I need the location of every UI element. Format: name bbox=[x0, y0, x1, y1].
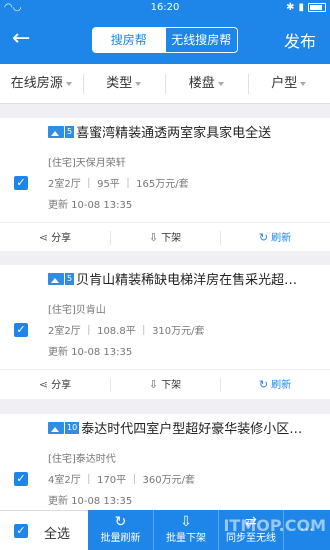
filter-estate[interactable]: 楼盘 bbox=[165, 64, 248, 103]
filter-online-listings[interactable]: 在线房源 bbox=[0, 64, 83, 103]
filter-type[interactable]: 类型 bbox=[82, 64, 166, 103]
download-arrow-icon: ⇩ bbox=[180, 514, 192, 530]
tab-soufangbang[interactable]: 搜房帮 bbox=[93, 28, 165, 52]
listing-estate: [住宅]泰达时代 bbox=[48, 454, 116, 465]
source-segmented-control: 搜房帮 无线搜房帮 bbox=[92, 27, 238, 53]
listing-card[interactable]: 5 喜蜜湾精装通透两室家具家电全送 [住宅]天保月荣轩 2室2厅 ｜ 95平 ｜… bbox=[0, 118, 330, 251]
batch-refresh-button[interactable]: ↻ 批量刷新 bbox=[88, 510, 153, 550]
refresh-button[interactable]: ↻ 刷新 bbox=[220, 370, 330, 399]
listing-updated: 更新 10-08 13:35 bbox=[48, 347, 133, 358]
refresh-button[interactable]: ↻ 刷新 bbox=[220, 223, 330, 252]
listing-checkbox[interactable]: ✓ bbox=[14, 472, 28, 486]
tab-wireless-soufangbang[interactable]: 无线搜房帮 bbox=[164, 28, 237, 52]
listing-card[interactable]: 5 贝肯山精装稀缺电梯洋房在售采光超… [住宅]贝肯山 2室2厅 ｜ 108.8… bbox=[0, 265, 330, 399]
share-button[interactable]: ⋖ 分享 bbox=[0, 370, 110, 399]
select-all-label: 全选 bbox=[44, 527, 71, 542]
photo-count-badge: 5 bbox=[48, 125, 75, 138]
filter-bar: 在线房源 类型 楼盘 户型 bbox=[0, 64, 330, 104]
batch-offline-button[interactable]: ⇩ 批量下架 bbox=[153, 510, 218, 550]
chevron-down-icon bbox=[135, 81, 142, 86]
listing-spec: 4室2厅 ｜ 170平 ｜ 360万元/套 bbox=[48, 475, 195, 486]
download-arrow-icon: ⇩ bbox=[148, 378, 159, 391]
chevron-down-icon bbox=[65, 81, 72, 86]
listing-card[interactable]: 10 泰达时代四室户型超好豪华装修小区… [住宅]泰达时代 4室2厅 ｜ 170… bbox=[0, 414, 330, 510]
chevron-down-icon bbox=[217, 81, 224, 86]
listing-actions: ⋖ 分享 ⇩ 下架 ↻ 刷新 bbox=[0, 222, 330, 252]
listing-actions: ⋖ 分享 ⇩ 下架 ↻ 刷新 bbox=[0, 369, 330, 399]
nav-bar: ← 搜房帮 无线搜房帮 发布 bbox=[0, 16, 330, 64]
refresh-icon: ↻ bbox=[258, 231, 269, 244]
listing-spec: 2室2厅 ｜ 95平 ｜ 165万元/套 bbox=[48, 179, 189, 190]
battery-icon bbox=[308, 3, 326, 12]
listing-estate: [住宅]贝肯山 bbox=[48, 305, 106, 316]
image-icon bbox=[48, 272, 64, 285]
bluetooth-icon: ✱ bbox=[286, 2, 295, 13]
refresh-icon: ↻ bbox=[258, 378, 269, 391]
listing-checkbox[interactable]: ✓ bbox=[14, 323, 28, 337]
listing-title[interactable]: 5 贝肯山精装稀缺电梯洋房在售采光超… bbox=[48, 269, 328, 288]
listing-title[interactable]: 5 喜蜜湾精装通透两室家具家电全送 bbox=[48, 122, 328, 141]
share-icon: ⋖ bbox=[38, 378, 49, 391]
share-icon: ⋖ bbox=[38, 231, 49, 244]
image-icon bbox=[48, 421, 64, 434]
listing-checkbox[interactable]: ✓ bbox=[14, 176, 28, 190]
photo-count-badge: 5 bbox=[48, 272, 75, 285]
photo-count-badge: 10 bbox=[48, 421, 80, 434]
select-all-toggle[interactable]: ✓ 全选 bbox=[0, 510, 88, 550]
status-bar: ◠◡ 16:20 ✱ ▮ bbox=[0, 0, 330, 16]
publish-button[interactable]: 发布 bbox=[284, 28, 316, 52]
listing-updated: 更新 10-08 13:35 bbox=[48, 200, 133, 211]
filter-layout[interactable]: 户型 bbox=[247, 64, 330, 103]
image-icon bbox=[48, 125, 64, 138]
back-arrow-icon[interactable]: ← bbox=[12, 26, 36, 54]
listing-title[interactable]: 10 泰达时代四室户型超好豪华装修小区… bbox=[48, 418, 328, 437]
listing-spec: 2室2厅 ｜ 108.8平 ｜ 310万元/套 bbox=[48, 326, 205, 337]
download-arrow-icon: ⇩ bbox=[148, 231, 159, 244]
listing-updated: 更新 10-08 13:35 bbox=[48, 496, 133, 507]
select-all-checkbox[interactable]: ✓ bbox=[14, 524, 28, 538]
signal-icon: ▮ bbox=[298, 2, 304, 13]
share-button[interactable]: ⋖ 分享 bbox=[0, 223, 110, 252]
chevron-down-icon bbox=[300, 81, 307, 86]
offline-button[interactable]: ⇩ 下架 bbox=[110, 223, 220, 252]
status-icons: ✱ ▮ bbox=[286, 2, 326, 13]
refresh-icon: ↻ bbox=[114, 514, 127, 530]
watermark: ITMOP.COM bbox=[223, 516, 326, 535]
status-time: 16:20 bbox=[150, 2, 180, 13]
listing-estate: [住宅]天保月荣轩 bbox=[48, 158, 126, 169]
offline-button[interactable]: ⇩ 下架 bbox=[110, 370, 220, 399]
